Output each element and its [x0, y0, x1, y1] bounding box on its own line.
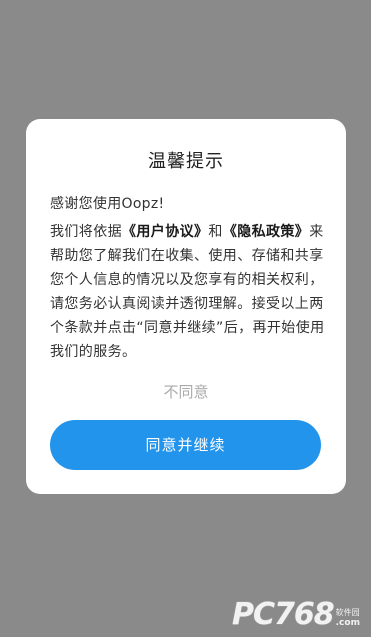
user-agreement-link[interactable]: 《用户协议》 — [122, 224, 208, 240]
privacy-dialog: 温馨提示 感谢您使用Oopz! 我们将依据《用户协议》和《隐私政策》来帮助您了解… — [26, 119, 346, 494]
disagree-button[interactable]: 不同意 — [26, 381, 346, 402]
privacy-policy-link[interactable]: 《隐私政策》 — [223, 224, 309, 240]
greeting-text: 感谢您使用Oopz! — [50, 196, 165, 212]
dialog-title: 温馨提示 — [148, 151, 224, 172]
body-suffix: 来帮助您了解我们在收集、使用、存储和共享您个人信息的情况以及您享有的相关权利，请… — [50, 224, 325, 360]
and-text: 和 — [208, 224, 223, 240]
dialog-body: 我们将依据《用户协议》和《隐私政策》来帮助您了解我们在收集、使用、存储和共享您个… — [50, 220, 326, 364]
body-prefix: 我们将依据 — [50, 224, 122, 240]
watermark-domain: .com — [335, 618, 360, 628]
watermark-subtitle: 软件园 — [335, 608, 360, 617]
watermark-side: 软件园 .com — [336, 608, 360, 628]
screen-overlay: 温馨提示 感谢您使用Oopz! 我们将依据《用户协议》和《隐私政策》来帮助您了解… — [0, 0, 371, 637]
watermark: PC768 软件园 .com — [232, 600, 360, 630]
agree-continue-button[interactable]: 同意并继续 — [50, 420, 321, 470]
watermark-logo: PC768 — [232, 597, 335, 632]
